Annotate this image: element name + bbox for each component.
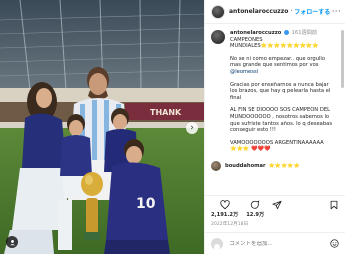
caption-username[interactable]: antonelaroccuzzo — [230, 30, 281, 36]
board-text: THANK — [150, 108, 182, 117]
post-actions: 2,191.2万 12.9万 2022年12月18日 — [205, 195, 345, 227]
share-action[interactable] — [272, 200, 282, 210]
save-action[interactable] — [329, 200, 339, 210]
caption-body: antonelaroccuzzo 161週間前 CAMPEONES MUNDIA… — [230, 30, 337, 159]
next-photo-button[interactable]: › — [186, 122, 198, 134]
comment-input[interactable] — [229, 240, 330, 247]
comment-item: bouddahomar ⭐⭐⭐⭐⭐ — [211, 160, 337, 171]
post-header: antonelaroccuzzo · フォローする ··· — [205, 0, 345, 24]
comment-count: 12.9万 — [246, 212, 265, 218]
add-comment-bar — [205, 232, 345, 254]
bookmark-icon — [330, 200, 338, 210]
post-image: THANK 10 — [0, 0, 204, 254]
instagram-post: THANK 10 › antonelaroccuzzo · フォローする ···… — [0, 0, 345, 254]
emoji-icon[interactable] — [330, 239, 339, 248]
post-photo[interactable]: THANK 10 › — [0, 0, 204, 254]
comment-icon — [251, 200, 260, 209]
comment-action[interactable]: 12.9万 — [246, 200, 264, 218]
action-row: 2,191.2万 12.9万 — [211, 200, 339, 218]
person-icon — [9, 239, 15, 245]
author-avatar[interactable] — [211, 4, 225, 19]
user-avatar — [211, 237, 223, 250]
caption-time: 161週間前 — [291, 30, 318, 36]
caption-text: No se ni como empezar.. que orgullo mas … — [230, 55, 326, 69]
post-side-panel: antonelaroccuzzo · フォローする ··· antonelaro… — [204, 0, 345, 254]
svg-text:10: 10 — [136, 196, 156, 212]
scrollbar[interactable] — [341, 30, 344, 88]
post-date: 2022年12月18日 — [211, 222, 249, 227]
comments-section[interactable]: antonelaroccuzzo 161週間前 CAMPEONES MUNDIA… — [205, 24, 345, 195]
caption-paragraph: Gracias por enseñarnos a nunca bajar los… — [230, 81, 331, 101]
mention-link[interactable]: @leomessi — [230, 69, 258, 75]
share-icon — [272, 200, 282, 210]
comment-text: ⭐⭐⭐⭐⭐ — [268, 162, 300, 169]
follow-button[interactable]: フォローする — [294, 7, 330, 16]
author-username[interactable]: antonelaroccuzzo — [229, 8, 288, 15]
heart-icon — [219, 200, 230, 210]
commenter-username[interactable]: bouddahomar — [225, 163, 266, 169]
caption-title: CAMPEONES MUNDIALES⭐⭐⭐⭐⭐⭐⭐⭐⭐ — [230, 36, 319, 50]
caption: antonelaroccuzzo 161週間前 CAMPEONES MUNDIA… — [211, 30, 337, 159]
caption-paragraph: VAMOOOOOOOS ARGENTINAAAAAA ⭐⭐⭐ ❤️❤️❤️ — [230, 139, 324, 153]
tag-icon[interactable] — [6, 236, 18, 248]
commenter-avatar[interactable] — [211, 160, 221, 171]
more-options-icon[interactable]: ··· — [332, 7, 341, 16]
like-action[interactable]: 2,191.2万 — [211, 200, 238, 218]
caption-paragraph: AL FIN SE DIOOOO SOS CAMPEON DEL MUNDOOO… — [230, 107, 333, 134]
like-count: 2,191.2万 — [211, 212, 239, 218]
caption-avatar[interactable] — [211, 30, 225, 44]
caption-paragraph: No se ni como empezar.. que orgullo mas … — [230, 56, 337, 76]
verified-icon — [283, 30, 289, 35]
separator-dot: · — [290, 8, 293, 15]
chevron-right-icon: › — [190, 123, 194, 133]
